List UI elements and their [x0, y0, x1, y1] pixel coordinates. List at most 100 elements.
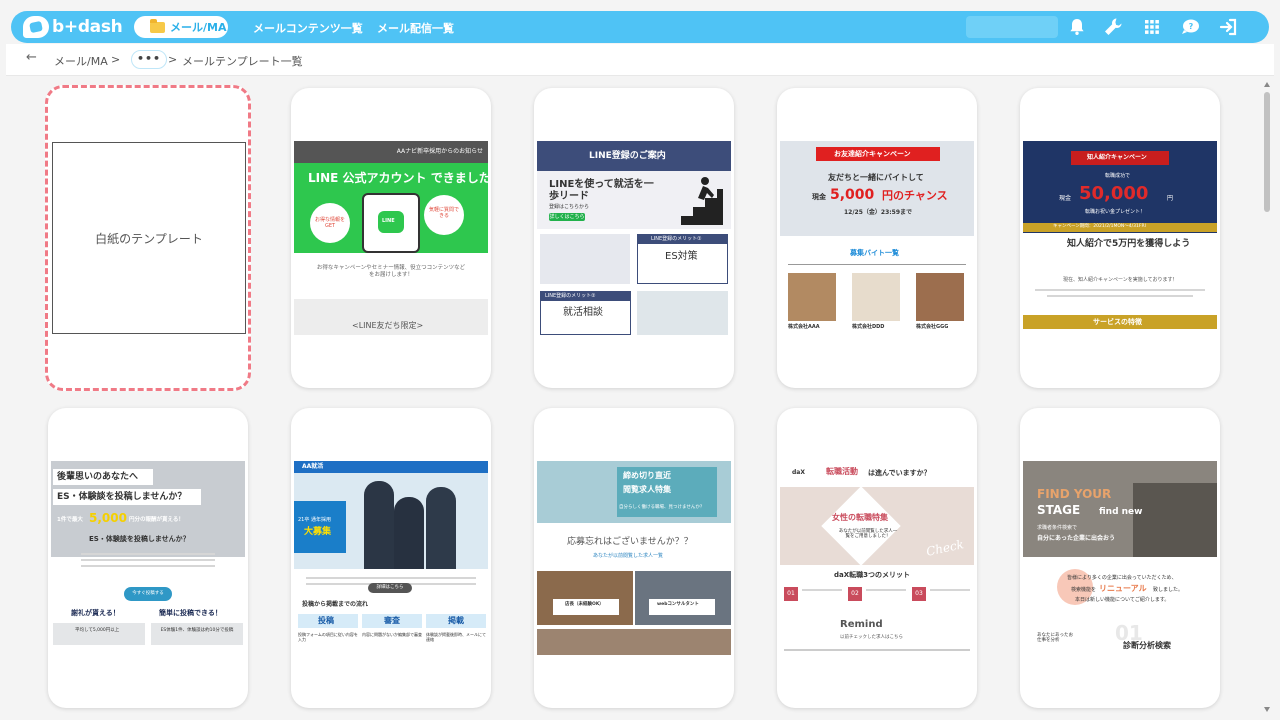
preview-special: 女性の転職特集 — [832, 513, 888, 522]
preview-bubble-right: 気軽に質問できる — [428, 207, 459, 219]
apps-grid-icon[interactable] — [1140, 15, 1164, 39]
preview-title-1: FIND YOUR — [1037, 487, 1112, 501]
preview-special-sub: あなたが以前閲覧した求人一覧をご用意しました！ — [838, 529, 898, 540]
preview-headline: ES・体験談を投稿しませんか？ — [89, 535, 190, 543]
user-account-area[interactable] — [966, 16, 1058, 38]
preview-headline: LINEを使って就活を一歩リード — [549, 179, 654, 202]
help-chat-icon[interactable]: ? — [1178, 15, 1202, 39]
template-preview: LINE登録のご案内 LINEを使って就活を一歩リード 登録はこちらから 詳しく… — [537, 141, 731, 335]
breadcrumb: ← メール/MA > ••• > メールテンプレート一覧 — [6, 44, 1274, 76]
preview-line1: 転職成功で — [1105, 173, 1131, 179]
preview-title-2: STAGE — [1037, 503, 1081, 517]
preview-sub: 登録はこちらから — [549, 204, 590, 210]
preview-button: 詳しくはこちら — [549, 213, 585, 221]
app-logo[interactable]: b+dash — [23, 15, 123, 39]
preview-sub-1: 求職者条件検索で — [1037, 525, 1078, 531]
preview-banner-1: 締め切り直近 — [623, 471, 671, 480]
preview-company-3: 株式会社GGG — [916, 324, 949, 330]
preview-banner: 知人紹介キャンペーン — [1087, 154, 1147, 161]
breadcrumb-mail-ma[interactable]: メール/MA — [54, 53, 108, 69]
template-card-job-deadline[interactable]: 締め切り直近 閲覧求人特集 自分らしく働ける職場、見つけませんか？ 応募忘れはご… — [534, 408, 734, 708]
preview-body-3: 本日は新しい機能についてご紹介します。 — [1075, 597, 1170, 603]
preview-remind: Remind — [840, 619, 883, 630]
preview-feature-sub: あなたにあったお仕事を分析 — [1037, 633, 1073, 644]
preview-left: 謝礼が貰える！ — [71, 609, 120, 617]
preview-line1: 後輩思いのあなたへ — [57, 472, 139, 482]
preview-headline: 応募忘れはございませんか？？ — [567, 537, 693, 547]
preview-gift: 転職お祝い金プレゼント！ — [1085, 209, 1146, 215]
top-navigation-bar: b+dash メール/MA メールコンテンツ一覧 メール配信一覧 ? — [11, 11, 1269, 43]
template-card-aa-shukatsu[interactable]: AA就活 21卒 通年採用 大募集 詳細はこちら 投稿から掲載までの流れ 投稿 … — [291, 408, 491, 708]
stairs-figure-icon — [669, 177, 723, 225]
preview-company-1: 株式会社AAA — [788, 324, 820, 330]
preview-merits: daX転職3つのメリット — [834, 571, 911, 579]
preview-body: 現在、知人紹介キャンペーンを実施しております！ — [1063, 277, 1178, 283]
preview-merit-num-3: 03 — [912, 587, 926, 601]
template-card-blank[interactable]: 白紙のテンプレート — [45, 85, 251, 391]
template-card-find-your-stage[interactable]: FIND YOUR STAGE find new 求職者条件検索で 自分にあった… — [1020, 408, 1220, 708]
preview-period: キャンペーン期間：2021/2/1MON〜4/31FRI — [1053, 224, 1146, 229]
template-card-line-register[interactable]: LINE登録のご案内 LINEを使って就活を一歩リード 登録はこちらから 詳しく… — [534, 88, 734, 388]
preview-step-1: 投稿 — [318, 616, 334, 625]
scroll-down-icon[interactable] — [1264, 707, 1270, 712]
preview-section: 募集バイト一覧 — [850, 249, 899, 257]
scroll-up-icon[interactable] — [1264, 82, 1270, 87]
preview-bubble-left: お得な情報をGET — [314, 217, 345, 229]
template-card-es-posting[interactable]: 後輩思いのあなたへ ES・体験談を投稿しませんか？ 1件で最大 5,000 円分… — [48, 408, 248, 708]
preview-banner: お友達紹介キャンペーン — [834, 150, 911, 158]
template-preview: 締め切り直近 閲覧求人特集 自分らしく働ける職場、見つけませんか？ 応募忘れはご… — [537, 461, 731, 655]
scrollbar[interactable] — [1262, 80, 1272, 716]
preview-amount: 5,000 — [89, 511, 127, 525]
preview-header: AAナビ新卒採用からのお知らせ — [396, 148, 483, 155]
blank-template-label: 白紙のテンプレート — [95, 231, 203, 246]
preview-headline-rest: は進んでいますか？ — [868, 469, 931, 477]
preview-banner-2: 閲覧求人特集 — [623, 485, 671, 494]
template-preview: daX 転職活動 は進んでいますか？ 女性の転職特集 あなたが以前閲覧した求人一… — [780, 461, 974, 655]
breadcrumb-separator: > — [111, 53, 121, 66]
template-preview: AAナビ新卒採用からのお知らせ LINE 公式アカウント できました LINE … — [294, 141, 488, 335]
nav-link-mail-contents[interactable]: メールコンテンツ一覧 — [253, 20, 363, 36]
preview-section: 投稿から掲載までの流れ — [302, 601, 369, 608]
preview-body-2-prefix: 検索機能を — [1071, 587, 1097, 593]
logout-icon[interactable] — [1217, 15, 1241, 39]
preview-merit-num-1: 01 — [784, 587, 798, 601]
preview-step-desc-2: 内容に問題がないか編集部で審査 — [362, 632, 422, 637]
template-card-line-official[interactable]: AAナビ新卒採用からのお知らせ LINE 公式アカウント できました LINE … — [291, 88, 491, 388]
preview-footer: <LINE友だち限定> — [352, 321, 424, 330]
preview-right: 簡単に投稿できる！ — [159, 609, 222, 617]
preview-company-2: 株式会社DDD — [852, 324, 885, 330]
template-preview: AA就活 21卒 通年採用 大募集 詳細はこちら 投稿から掲載までの流れ 投稿 … — [294, 461, 488, 655]
preview-merit-num-2: 02 — [848, 587, 862, 601]
preview-title-3: find new — [1099, 507, 1143, 517]
bell-icon[interactable] — [1065, 15, 1089, 39]
preview-brand: AA就活 — [302, 463, 324, 470]
scrollbar-thumb[interactable] — [1264, 92, 1270, 212]
preview-step-desc-1: 投稿フォームの項目に従い内容を入力 — [298, 632, 358, 642]
preview-right-sub: ES体験1件、体験談は約10分で投稿 — [160, 628, 234, 633]
preview-merit2-label: LINE登録のメリット② — [545, 293, 596, 299]
logo-text: b+dash — [52, 17, 123, 37]
preview-line-logo: LINE — [382, 218, 395, 224]
wrench-icon[interactable] — [1101, 15, 1125, 39]
preview-feature: 診断分析検索 — [1123, 641, 1171, 650]
preview-merit1: ES対策 — [665, 251, 698, 262]
preview-badge-year: 21卒 通年採用 — [298, 517, 331, 523]
blank-template-preview: 白紙のテンプレート — [52, 142, 246, 334]
nav-link-mail-delivery[interactable]: メール配信一覧 — [377, 20, 454, 36]
preview-amount-prefix: 現金 — [812, 193, 826, 201]
preview-brand: daX — [792, 469, 805, 476]
preview-headline: 知人紹介で5万円を獲得しよう — [1067, 239, 1191, 249]
back-arrow-icon[interactable]: ← — [26, 50, 37, 65]
breadcrumb-more-button[interactable]: ••• — [131, 50, 167, 69]
nav-tab-mail-ma[interactable]: メール/MA — [134, 16, 228, 38]
nav-tab-mail-ma-label: メール/MA — [170, 21, 227, 34]
template-card-dax-women[interactable]: daX 転職活動 は進んでいますか？ 女性の転職特集 あなたが以前閲覧した求人一… — [777, 408, 977, 708]
preview-amount: 5,000 — [830, 187, 875, 203]
preview-body: お得なキャンペーンやセミナー情報、役立つコンテンツなどをお届けします！ — [316, 265, 466, 278]
template-card-friend-referral[interactable]: お友達紹介キャンペーン 友だちと一緒にバイトして 現金 5,000 円のチャンス… — [777, 88, 977, 388]
svg-text:?: ? — [1189, 22, 1194, 31]
template-card-acquaintance-referral[interactable]: 知人紹介キャンペーン 転職成功で 現金 50,000 円 転職お祝い金プレゼント… — [1020, 88, 1220, 388]
preview-left-sub: 平均して5,000円以上 — [75, 628, 120, 633]
preview-body-2-suffix: 致しました。 — [1153, 587, 1184, 593]
preview-step-2: 審査 — [384, 616, 400, 625]
